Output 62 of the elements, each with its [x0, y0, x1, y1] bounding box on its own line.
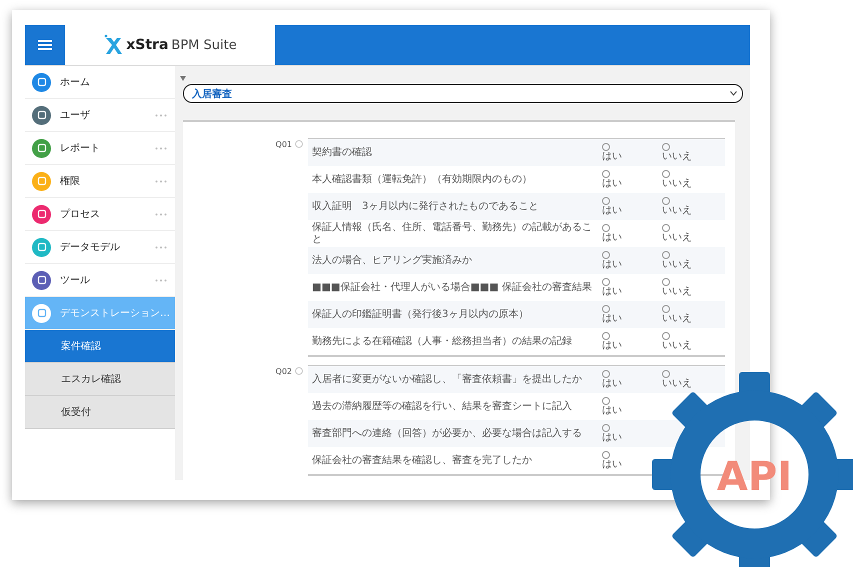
sidebar-item[interactable]: ホーム	[25, 66, 175, 99]
sidebar-item[interactable]: ユーザ	[25, 99, 175, 132]
question-text: 審査部門への連絡（回答）が必要か、必要な場合は記入する	[311, 428, 583, 440]
sidebar-item[interactable]: データモデル	[25, 231, 175, 264]
more-icon[interactable]	[155, 114, 167, 116]
select-field[interactable]: 入居審査	[183, 84, 743, 103]
radio-option[interactable]: はい	[600, 224, 622, 243]
question-number: Q02	[276, 367, 292, 376]
question-text: 入居者に変更がないか確認し、「審査依頼書」を提出したか	[311, 374, 583, 386]
radio-option[interactable]: いいえ	[660, 332, 692, 351]
menu-icon	[38, 40, 52, 50]
question-text: 勤務先による在籍確認（人事・総務担当者）の結果の記録	[311, 336, 573, 348]
logo-suffix: BPM Suite	[171, 38, 237, 52]
sidebar-subitem[interactable]: 案件確認	[25, 330, 175, 363]
info-icon	[295, 140, 303, 148]
radio-option[interactable]: いいえ	[660, 143, 692, 162]
radio-option[interactable]: はい	[600, 170, 622, 189]
sidebar-subitem[interactable]: エスカレ確認	[25, 363, 175, 396]
radio-option[interactable]: はい	[600, 197, 622, 216]
radio-option[interactable]: はい	[600, 332, 622, 351]
radio-option[interactable]: いいえ	[660, 170, 692, 189]
radio-option[interactable]: はい	[600, 370, 622, 389]
radio-option[interactable]: いいえ	[660, 278, 692, 297]
info-icon	[295, 367, 303, 375]
radio-option[interactable]: はい	[600, 251, 622, 270]
question-number: Q01	[276, 140, 292, 149]
more-icon[interactable]	[155, 278, 167, 282]
radio-option[interactable]: いいえ	[660, 224, 692, 243]
menu-button[interactable]	[25, 25, 65, 65]
logo-text: xStra	[126, 37, 168, 53]
sidebar-item[interactable]: プロセス	[25, 198, 175, 231]
question-text: 保証会社の審査結果を確認し、審査を完了したか	[311, 454, 533, 466]
chevron-icon	[730, 91, 737, 96]
question-text: 過去の滞納履歴等の確認を行い、結果を審査シートに記入	[311, 400, 573, 412]
radio-option[interactable]: はい	[600, 424, 622, 443]
more-icon[interactable]	[155, 146, 167, 150]
radio-option[interactable]: はい	[600, 397, 622, 416]
radio-option[interactable]: はい	[600, 305, 622, 324]
radio-option[interactable]: いいえ	[660, 251, 692, 270]
question-text: 収入証明 3ヶ月以内に発行されたものであること	[311, 200, 540, 212]
sidebar-item[interactable]: レポート	[25, 132, 175, 165]
question-text: 本人確認書類（運転免許）（有効期限内のもの）	[311, 174, 533, 186]
radio-option[interactable]: いいえ	[660, 197, 692, 216]
sidebar-subitem[interactable]: 仮受付	[25, 396, 175, 429]
radio-option[interactable]: はい	[600, 278, 622, 297]
question-text: 保証人情報（氏名、住所、電話番号、勤務先）の記載があること	[311, 222, 593, 246]
radio-option[interactable]: いいえ	[660, 370, 692, 389]
question-text: 保証人の印鑑証明書（発行後3ヶ月以内の原本）	[311, 308, 530, 320]
gear-icon	[652, 372, 853, 567]
more-icon[interactable]	[155, 246, 167, 248]
radio-option[interactable]: いいえ	[660, 305, 692, 324]
collapse-icon[interactable]	[180, 76, 186, 81]
question-text: 法人の場合、ヒアリング実施済みか	[311, 254, 473, 266]
question-text: ■■■保証会社・代理人がいる場合■■■ 保証会社の審査結果	[311, 282, 593, 294]
radio-option[interactable]: はい	[600, 143, 622, 162]
sidebar-item[interactable]: 権限	[25, 165, 175, 198]
more-icon[interactable]	[155, 180, 167, 182]
question-text: 契約書の確認	[311, 146, 373, 158]
api-label: API	[716, 454, 792, 500]
logo-icon	[103, 34, 124, 56]
radio-option[interactable]: はい	[600, 451, 622, 470]
more-icon[interactable]	[155, 212, 167, 216]
